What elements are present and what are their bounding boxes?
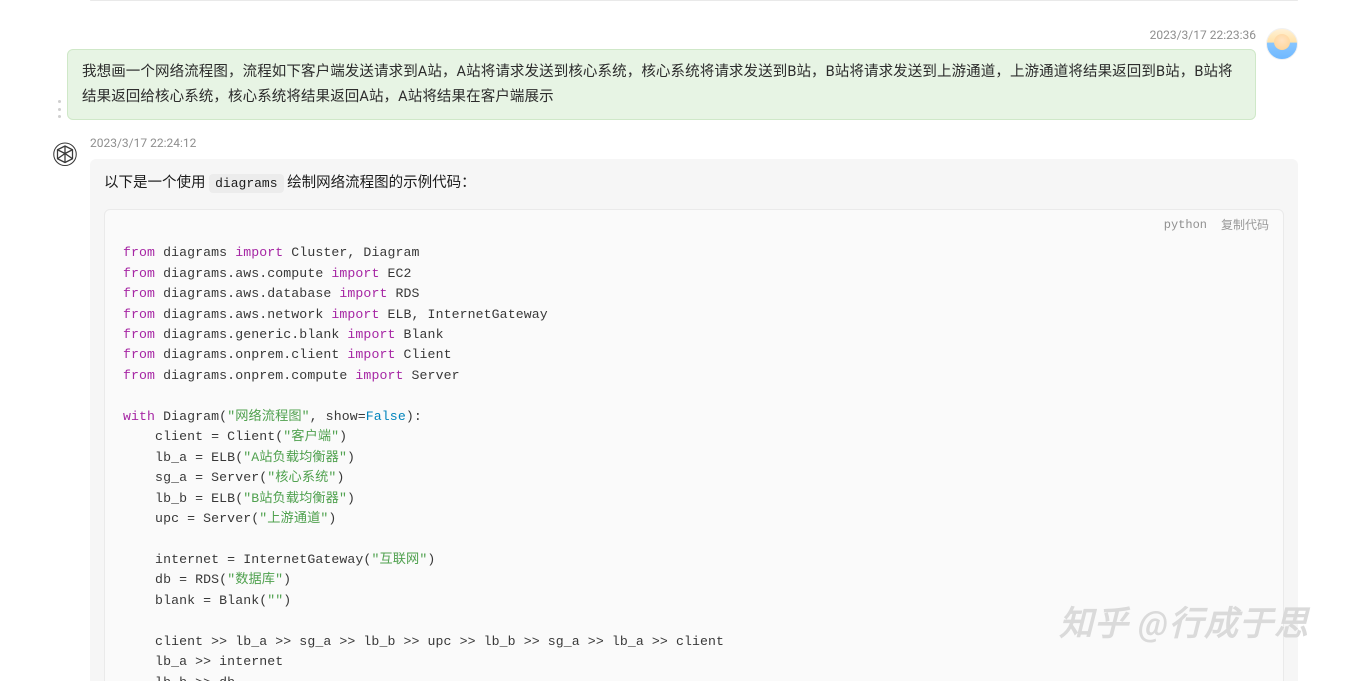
assistant-timestamp: 2023/3/17 22:24:12 (90, 134, 1298, 153)
code-language-label: python (1164, 216, 1207, 235)
assistant-avatar[interactable] (50, 140, 80, 170)
intro-prefix: 以下是一个使用 (104, 174, 209, 191)
assistant-message-bubble[interactable]: 以下是一个使用 diagrams 绘制网络流程图的示例代码： python 复制… (90, 159, 1298, 681)
code-block: python 复制代码 from diagrams import Cluster… (104, 209, 1284, 681)
intro-inline-code: diagrams (209, 174, 283, 193)
intro-suffix: 绘制网络流程图的示例代码： (284, 174, 476, 191)
user-avatar[interactable] (1266, 28, 1298, 60)
code-header: python 复制代码 (105, 210, 1283, 239)
code-content[interactable]: from diagrams import Cluster, Diagram fr… (105, 239, 1283, 681)
user-timestamp: 2023/3/17 22:23:36 (67, 26, 1298, 45)
user-message-row: 2023/3/17 22:23:36 我想画一个网络流程图，流程如下客户端发送请… (67, 26, 1298, 120)
divider (90, 0, 1298, 1)
copy-code-button[interactable]: 复制代码 (1221, 216, 1269, 235)
assistant-intro-text: 以下是一个使用 diagrams 绘制网络流程图的示例代码： (104, 171, 1284, 195)
user-avatar-face (1274, 34, 1290, 50)
assistant-message-row: 2023/3/17 22:24:12 以下是一个使用 diagrams 绘制网络… (50, 134, 1298, 681)
openai-logo-icon (50, 140, 80, 170)
message-more-menu-icon[interactable] (55, 100, 63, 118)
user-message-bubble[interactable]: 我想画一个网络流程图，流程如下客户端发送请求到A站，A站将请求发送到核心系统，核… (67, 49, 1256, 120)
